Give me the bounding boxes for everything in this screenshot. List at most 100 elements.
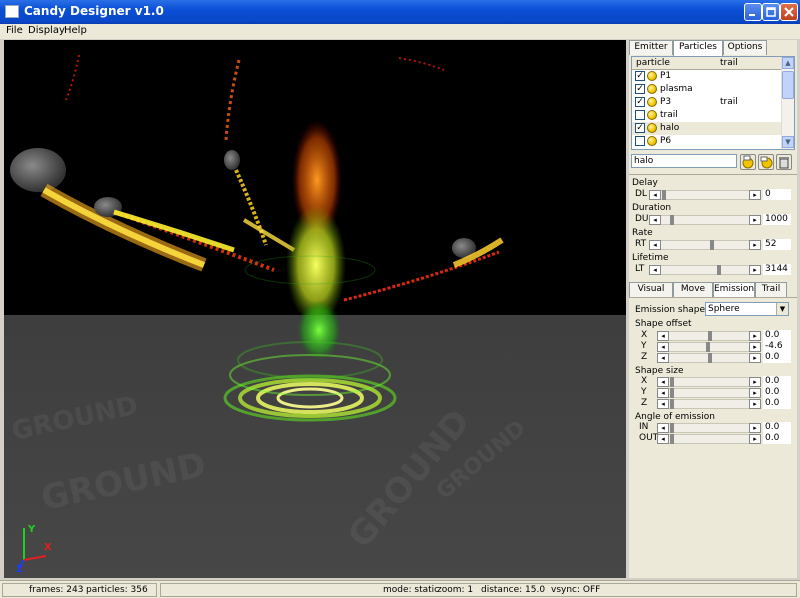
offset-z-slider[interactable]: ◂ ▸	[657, 353, 761, 363]
slider-thumb[interactable]	[670, 377, 674, 387]
offset-y-value[interactable]: -4.6	[763, 341, 791, 352]
slider-increment-button[interactable]: ▸	[749, 388, 761, 398]
enable-checkbox[interactable]: ✓	[635, 71, 645, 81]
enable-checkbox[interactable]: ✓	[635, 97, 645, 107]
new-particle-button[interactable]	[740, 154, 756, 170]
slider-decrement-button[interactable]: ◂	[649, 190, 661, 200]
slider-thumb[interactable]	[706, 342, 710, 352]
size-y-slider[interactable]: ◂ ▸	[657, 388, 761, 398]
slider-thumb[interactable]	[670, 388, 674, 398]
tab-particles[interactable]: Particles	[673, 40, 723, 56]
param-3-value[interactable]: 3144	[763, 264, 791, 275]
slider-thumb[interactable]	[662, 190, 666, 200]
scroll-up-button[interactable]: ▲	[782, 57, 794, 69]
slider-decrement-button[interactable]: ◂	[657, 423, 669, 433]
slider-thumb[interactable]	[670, 399, 674, 409]
angle-out-value[interactable]: 0.0	[763, 433, 791, 444]
list-item[interactable]: ✓ P1	[632, 70, 782, 83]
enable-checkbox[interactable]: ✓	[635, 84, 645, 94]
slider-decrement-button[interactable]: ◂	[657, 399, 669, 409]
slider-increment-button[interactable]: ▸	[749, 399, 761, 409]
slider-increment-button[interactable]: ▸	[749, 353, 761, 363]
menu-file[interactable]: File	[6, 25, 23, 36]
slider-thumb[interactable]	[708, 331, 712, 341]
angle-out-slider[interactable]: ◂ ▸	[657, 434, 761, 444]
size-z-value[interactable]: 0.0	[763, 398, 791, 409]
angle-in-slider[interactable]: ◂ ▸	[657, 423, 761, 433]
header-trail[interactable]: trail	[720, 58, 738, 68]
tab-move[interactable]: Move	[673, 282, 713, 297]
header-particle[interactable]: particle	[636, 58, 670, 68]
tab-emitter[interactable]: Emitter	[629, 40, 673, 55]
offset-z-value[interactable]: 0.0	[763, 352, 791, 363]
menu-help[interactable]: Help	[64, 25, 87, 36]
particle-list[interactable]: particle trail ✓ P1 ✓ plasma ✓ P3 trail trail ✓ h…	[631, 56, 795, 150]
enable-checkbox[interactable]	[635, 110, 645, 120]
enable-checkbox[interactable]: ✓	[635, 123, 645, 133]
minimize-button[interactable]	[744, 3, 762, 21]
tab-trail[interactable]: Trail	[755, 282, 787, 297]
slider-track[interactable]	[649, 265, 761, 275]
slider-decrement-button[interactable]: ◂	[657, 388, 669, 398]
menu-display[interactable]: Display	[28, 25, 65, 36]
param-1-slider[interactable]: ◂ ▸	[649, 215, 761, 225]
chevron-down-icon[interactable]: ▼	[776, 303, 788, 315]
slider-decrement-button[interactable]: ◂	[649, 265, 661, 275]
list-item[interactable]: ✓ halo	[632, 122, 782, 135]
slider-decrement-button[interactable]: ◂	[649, 240, 661, 250]
delete-particle-button[interactable]	[776, 154, 792, 170]
param-2-slider[interactable]: ◂ ▸	[649, 240, 761, 250]
list-item[interactable]: P6	[632, 135, 782, 148]
slider-decrement-button[interactable]: ◂	[657, 353, 669, 363]
param-3-slider[interactable]: ◂ ▸	[649, 265, 761, 275]
maximize-button[interactable]	[762, 3, 780, 21]
scroll-thumb[interactable]	[782, 71, 794, 99]
size-z-slider[interactable]: ◂ ▸	[657, 399, 761, 409]
slider-increment-button[interactable]: ▸	[749, 215, 761, 225]
offset-x-slider[interactable]: ◂ ▸	[657, 331, 761, 341]
param-0-value[interactable]: 0	[763, 189, 791, 200]
slider-increment-button[interactable]: ▸	[749, 342, 761, 352]
enable-checkbox[interactable]	[635, 136, 645, 146]
slider-increment-button[interactable]: ▸	[749, 240, 761, 250]
tab-visual[interactable]: Visual	[629, 282, 673, 297]
slider-decrement-button[interactable]: ◂	[649, 215, 661, 225]
size-y-value[interactable]: 0.0	[763, 387, 791, 398]
copy-particle-button[interactable]	[758, 154, 774, 170]
tab-options[interactable]: Options	[723, 40, 767, 55]
scroll-down-button[interactable]: ▼	[782, 136, 794, 148]
slider-increment-button[interactable]: ▸	[749, 434, 761, 444]
offset-y-slider[interactable]: ◂ ▸	[657, 342, 761, 352]
list-item[interactable]: ✓ plasma	[632, 83, 782, 96]
angle-in-value[interactable]: 0.0	[763, 422, 791, 433]
slider-thumb[interactable]	[670, 215, 674, 225]
slider-thumb[interactable]	[717, 265, 721, 275]
slider-decrement-button[interactable]: ◂	[657, 331, 669, 341]
particle-name-field[interactable]: halo	[631, 154, 737, 168]
particle-list-scrollbar[interactable]: ▲ ▼	[781, 57, 794, 149]
close-button[interactable]	[780, 3, 798, 21]
slider-decrement-button[interactable]: ◂	[657, 342, 669, 352]
slider-increment-button[interactable]: ▸	[749, 377, 761, 387]
emission-shape-select[interactable]: Sphere ▼	[705, 302, 789, 316]
slider-increment-button[interactable]: ▸	[749, 423, 761, 433]
param-2-value[interactable]: 52	[763, 239, 791, 250]
list-item[interactable]: trail	[632, 109, 782, 122]
slider-increment-button[interactable]: ▸	[749, 331, 761, 341]
slider-decrement-button[interactable]: ◂	[657, 434, 669, 444]
slider-decrement-button[interactable]: ◂	[657, 377, 669, 387]
param-0-slider[interactable]: ◂ ▸	[649, 190, 761, 200]
slider-thumb[interactable]	[670, 434, 674, 444]
slider-increment-button[interactable]: ▸	[749, 190, 761, 200]
size-x-slider[interactable]: ◂ ▸	[657, 377, 761, 387]
list-item[interactable]: ✓ P3 trail	[632, 96, 782, 109]
param-1-value[interactable]: 1000	[763, 214, 791, 225]
slider-track[interactable]	[649, 240, 761, 250]
slider-thumb[interactable]	[708, 353, 712, 363]
offset-x-value[interactable]: 0.0	[763, 330, 791, 341]
slider-thumb[interactable]	[670, 423, 674, 433]
slider-increment-button[interactable]: ▸	[749, 265, 761, 275]
slider-track[interactable]	[649, 215, 761, 225]
3d-viewport[interactable]: GROUND GROUND GROUND GROUND Y X Z	[4, 40, 626, 578]
slider-thumb[interactable]	[710, 240, 714, 250]
